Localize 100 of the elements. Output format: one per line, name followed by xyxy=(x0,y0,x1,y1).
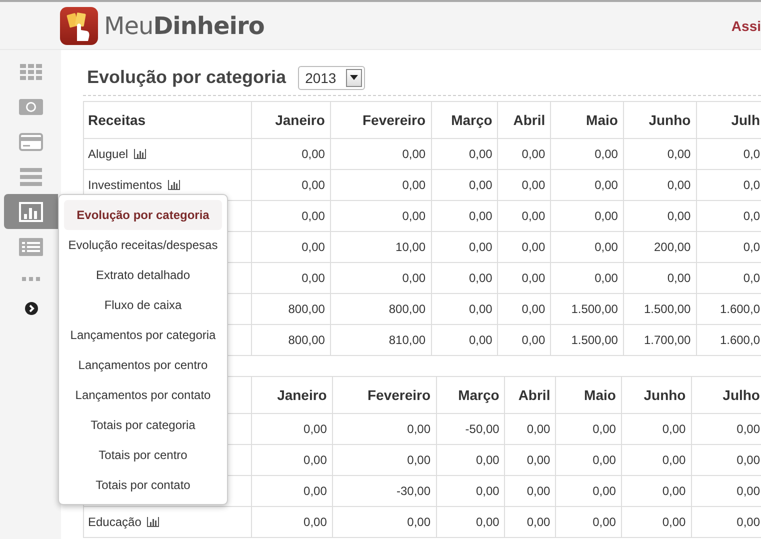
table-cell: 0,00 xyxy=(330,262,432,294)
table-cell: 0,00 xyxy=(556,476,622,506)
table-cell: 0,00 xyxy=(436,476,505,506)
table-cell: 0,00 xyxy=(436,506,505,538)
table-cell: -30,00 xyxy=(332,476,436,506)
table-cell: 0,00 xyxy=(550,138,624,170)
table-cell: 0,00 xyxy=(550,232,624,262)
column-header: Fevereiro xyxy=(332,376,436,414)
table-cell: 0,00 xyxy=(623,262,696,294)
table-cell: 0,00 xyxy=(623,200,696,232)
table-cell: 0,00 xyxy=(431,200,498,232)
table-cell: 0,00 xyxy=(556,444,622,476)
table-cell: -50,00 xyxy=(436,414,505,444)
menu-item[interactable]: Lançamentos por contato xyxy=(64,380,222,410)
table-cell: 0,00 xyxy=(621,444,692,476)
table-cell: 0,00 xyxy=(252,506,332,538)
menu-item[interactable]: Totais por categoria xyxy=(64,410,222,440)
category-label: Educação xyxy=(88,515,142,529)
table-cell: 810,00 xyxy=(330,324,432,356)
column-header: Março xyxy=(431,102,498,138)
table-cell: 0,00 xyxy=(330,138,432,170)
rows-icon xyxy=(20,168,42,186)
table-cell: 0,00 xyxy=(252,170,330,200)
column-header: Março xyxy=(436,376,505,414)
logo-text: MeuDinheiro xyxy=(104,12,264,40)
table-cell: 0,00 xyxy=(431,138,498,170)
column-header: Janeiro xyxy=(252,376,332,414)
column-header: Julho xyxy=(691,376,761,414)
table-cell: 0,00 xyxy=(621,476,692,506)
table-cell: 0,00 xyxy=(550,200,624,232)
column-header: Junho xyxy=(621,376,692,414)
page-title: Evolução por categoria xyxy=(87,67,286,88)
column-header: Abril xyxy=(504,376,556,414)
column-header: Fevereiro xyxy=(330,102,432,138)
table-cell: 0,00 xyxy=(498,200,551,232)
column-header: Janeiro xyxy=(252,102,330,138)
table-cell: 0,00 xyxy=(498,324,551,356)
table-cell: 0,00 xyxy=(431,324,498,356)
bar-chart-icon xyxy=(19,202,43,222)
table-cell: 0,00 xyxy=(330,170,432,200)
table-cell: 800,00 xyxy=(330,294,432,324)
table-cell: 0,00 xyxy=(332,444,436,476)
table-cell: 0,00 xyxy=(436,444,505,476)
bar-chart-icon[interactable] xyxy=(168,180,180,190)
menu-item[interactable]: Totais por centro xyxy=(64,440,222,470)
chevron-right-icon xyxy=(24,302,38,314)
banknote-icon xyxy=(19,98,43,114)
menu-item[interactable]: Evolução por categoria xyxy=(64,200,222,230)
column-header: Junho xyxy=(623,102,696,138)
credit-card-icon xyxy=(19,132,43,150)
table-cell: 1.500,00 xyxy=(623,294,696,324)
bar-chart-icon[interactable] xyxy=(147,517,160,527)
menu-item[interactable]: Extrato detalhado xyxy=(64,260,222,290)
table-cell: 0,00 xyxy=(498,232,551,262)
table-cell: 0,00 xyxy=(550,262,624,294)
table-cell: 10,00 xyxy=(330,232,432,262)
table-cell: 0,00 xyxy=(621,506,692,538)
table-cell: 0,00 xyxy=(431,294,498,324)
table-cell: 0,00 xyxy=(252,476,332,506)
table-cell: 0,00 xyxy=(252,262,330,294)
menu-item[interactable]: Totais por contato xyxy=(64,470,222,500)
menu-item[interactable]: Fluxo de caixa xyxy=(64,290,222,320)
table-cell: 0,00 xyxy=(556,414,622,444)
menu-item[interactable]: Lançamentos por categoria xyxy=(64,320,222,350)
table-cell: 200,00 xyxy=(623,232,696,262)
table-cell: 0,00 xyxy=(504,476,556,506)
table-cell: 0,00 xyxy=(498,138,551,170)
table-cell: 0,00 xyxy=(498,262,551,294)
table-cell: 0,00 xyxy=(431,170,498,200)
table-cell: 0,00 xyxy=(550,170,624,200)
table-cell: 0,00 xyxy=(330,200,432,232)
table-cell: 0,00 xyxy=(252,200,330,232)
table-cell: 0,00 xyxy=(623,170,696,200)
table-cell: 0,00 xyxy=(332,414,436,444)
list-icon xyxy=(19,238,43,256)
table-cell: 800,00 xyxy=(252,324,330,356)
column-header: Maio xyxy=(556,376,622,414)
table-cell: 0,00 xyxy=(252,232,330,262)
column-header: Maio xyxy=(550,102,624,138)
header-link[interactable]: Assi xyxy=(731,18,761,34)
menu-item[interactable]: Lançamentos por centro xyxy=(64,350,222,380)
table-cell: 0,00 xyxy=(504,444,556,476)
column-header: Abril xyxy=(498,102,551,138)
column-header: Julh xyxy=(696,102,761,138)
year-select[interactable]: 2013 xyxy=(298,66,366,90)
more-icon xyxy=(22,277,40,281)
column-header: Receitas xyxy=(84,102,252,138)
category-label: Investimentos xyxy=(88,178,162,192)
table-cell: 1.700,00 xyxy=(623,324,696,356)
table-cell: 0,00 xyxy=(623,138,696,170)
table-cell: 0,00 xyxy=(498,294,551,324)
table-cell: 1.500,00 xyxy=(550,324,624,356)
table-cell: 1.500,00 xyxy=(550,294,624,324)
table-cell: 0,00 xyxy=(332,506,436,538)
category-label: Aluguel xyxy=(88,147,128,161)
table-cell: 800,00 xyxy=(252,294,330,324)
menu-item[interactable]: Evolução receitas/despesas xyxy=(64,230,222,260)
bar-chart-icon[interactable] xyxy=(134,149,146,159)
table-cell: 0,00 xyxy=(252,444,332,476)
table-cell: 0,00 xyxy=(504,414,556,444)
